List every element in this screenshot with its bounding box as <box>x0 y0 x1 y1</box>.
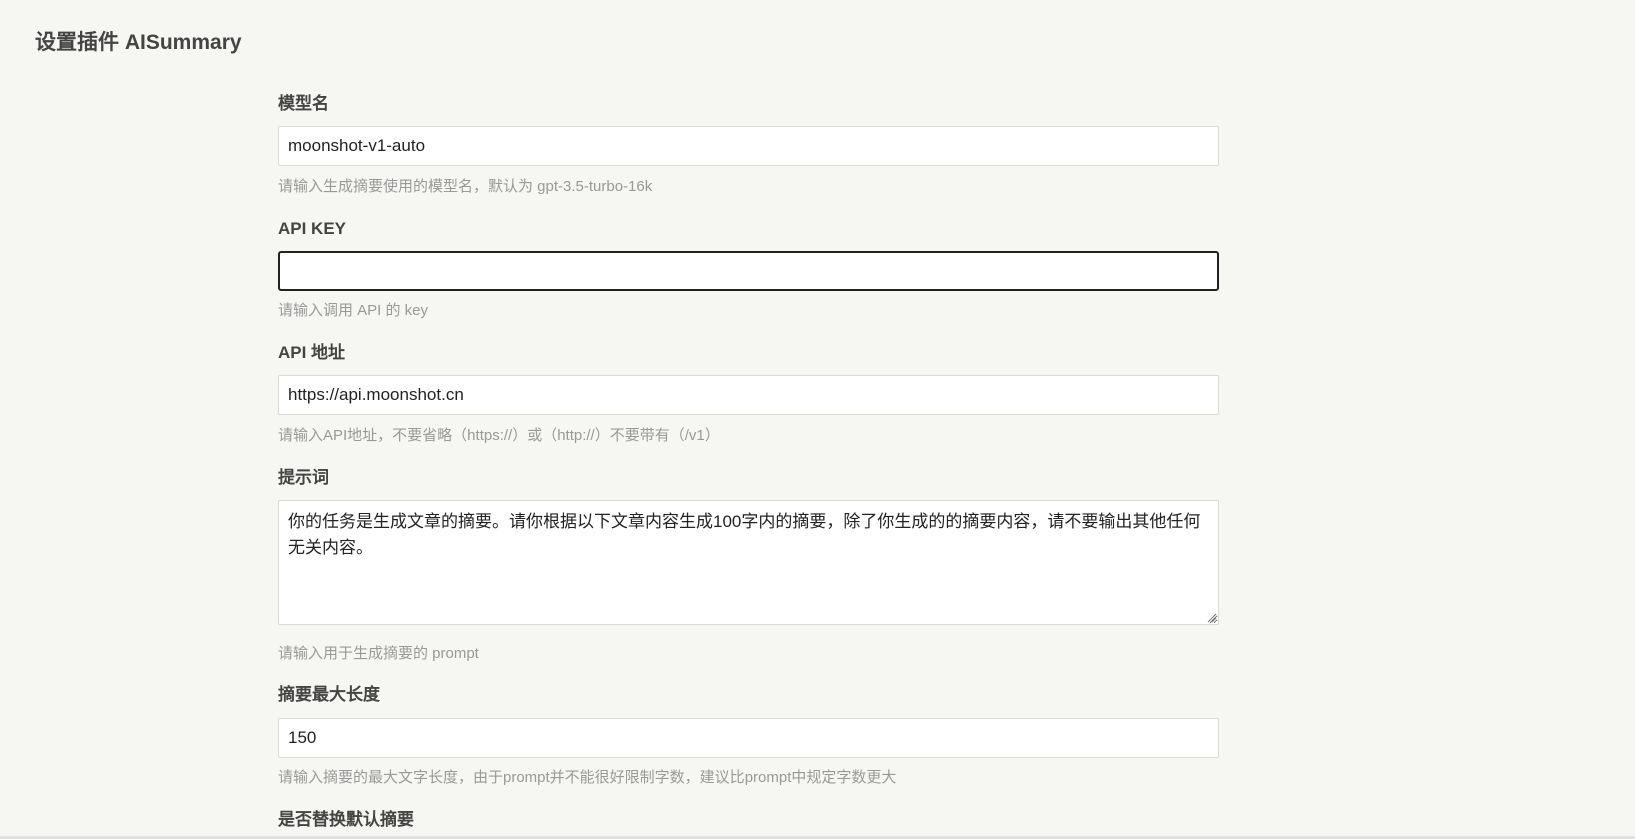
resize-handle-icon[interactable] <box>1207 613 1217 623</box>
api-key-input[interactable] <box>278 251 1219 291</box>
max-length-help: 请输入摘要的最大文字长度，由于prompt并不能很好限制字数，建议比prompt… <box>278 769 897 786</box>
prompt-label: 提示词 <box>278 468 329 487</box>
max-length-input[interactable] <box>278 718 1219 758</box>
replace-default-label: 是否替换默认摘要 <box>278 810 414 829</box>
model-label: 模型名 <box>278 94 329 113</box>
api-url-label: API 地址 <box>278 343 346 362</box>
max-length-label: 摘要最大长度 <box>278 685 380 704</box>
model-input[interactable] <box>278 126 1219 166</box>
prompt-textarea[interactable]: 你的任务是生成文章的摘要。请你根据以下文章内容生成100字内的摘要，除了你生成的… <box>278 500 1219 625</box>
prompt-help: 请输入用于生成摘要的 prompt <box>278 645 479 662</box>
api-key-help: 请输入调用 API 的 key <box>278 302 429 319</box>
model-help: 请输入生成摘要使用的模型名，默认为 gpt-3.5-turbo-16k <box>278 178 653 195</box>
page-title: 设置插件 AISummary <box>35 31 242 54</box>
api-key-label: API KEY <box>278 219 347 238</box>
api-url-help: 请输入API地址，不要省略（https://）或（http://）不要带有（/v… <box>278 427 720 444</box>
api-url-input[interactable] <box>278 375 1219 415</box>
